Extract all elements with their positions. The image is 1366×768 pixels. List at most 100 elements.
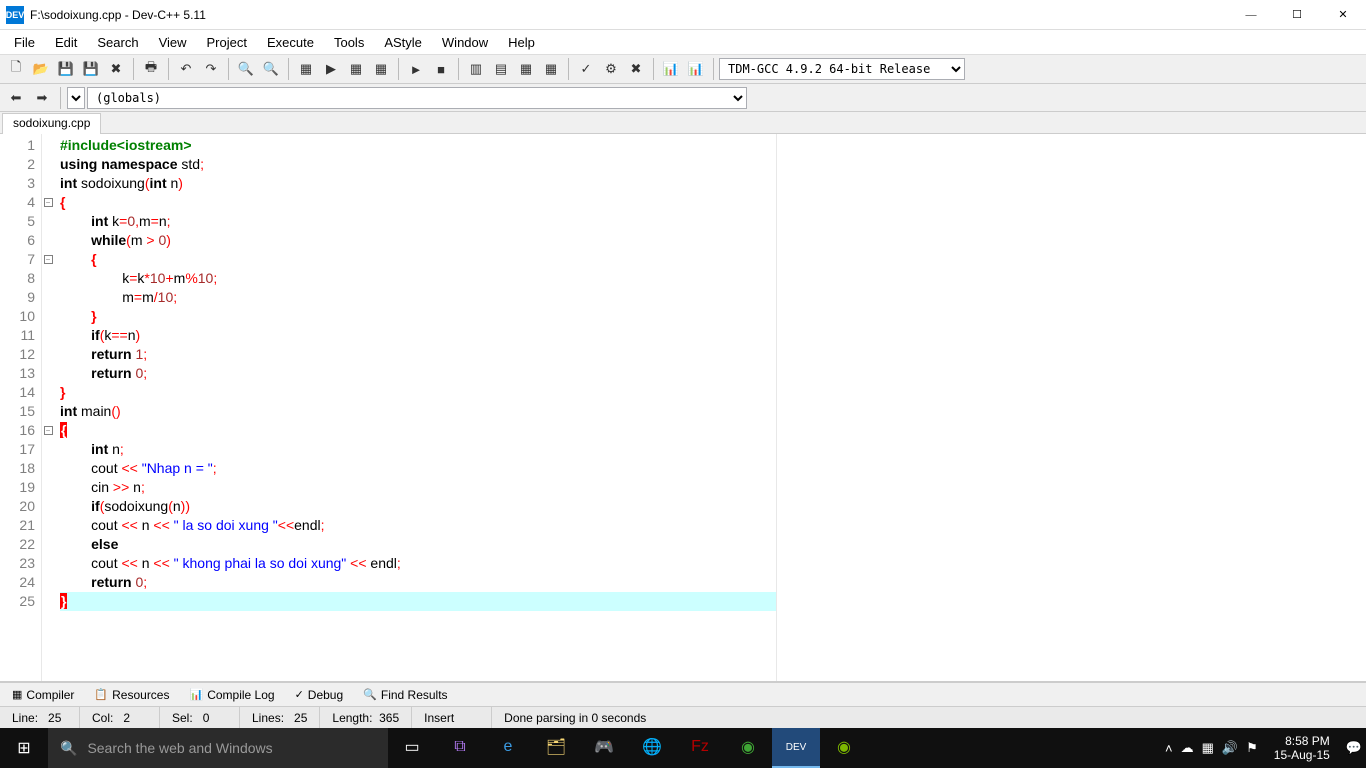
tray-network-icon[interactable]: ▦: [1202, 740, 1214, 756]
app-vs-icon[interactable]: ⧉: [436, 728, 484, 768]
code-line[interactable]: m=m/10;: [60, 288, 776, 307]
close-file-button[interactable]: ✖: [104, 57, 128, 81]
code-line[interactable]: cin >> n;: [60, 478, 776, 497]
replace-button[interactable]: 🔍: [259, 57, 283, 81]
code-line[interactable]: cout << n << " la so doi xung "<<endl;: [60, 516, 776, 535]
fold-toggle[interactable]: −: [44, 426, 53, 435]
code-line[interactable]: int main(): [60, 402, 776, 421]
save-all-button[interactable]: 💾: [79, 57, 103, 81]
editor-tab[interactable]: sodoixung.cpp: [2, 113, 101, 134]
code-line[interactable]: cout << "Nhap n = ";: [60, 459, 776, 478]
code-line[interactable]: {: [60, 193, 776, 212]
taskbar-search[interactable]: 🔍 Search the web and Windows: [48, 728, 388, 768]
insert-button[interactable]: ▤: [489, 57, 513, 81]
code-line[interactable]: int sodoixung(int n): [60, 174, 776, 193]
menu-astyle[interactable]: AStyle: [374, 32, 432, 53]
tray-notifications-icon[interactable]: 💬: [1346, 740, 1362, 756]
toggle-button[interactable]: ▦: [514, 57, 538, 81]
stop-button[interactable]: ■: [429, 57, 453, 81]
app-pes-icon[interactable]: 🎮: [580, 728, 628, 768]
code-line[interactable]: }: [60, 592, 776, 611]
taskview-icon[interactable]: ▭: [388, 728, 436, 768]
tray-chevron-icon[interactable]: ˄: [1165, 741, 1173, 756]
redo-button[interactable]: ↷: [199, 57, 223, 81]
tray-onedrive-icon[interactable]: ☁: [1181, 740, 1194, 756]
debug-button[interactable]: ►: [404, 57, 428, 81]
output-tab-debug[interactable]: ✓Debug: [287, 686, 352, 704]
tray-flag-icon[interactable]: ⚑: [1246, 740, 1258, 756]
output-tab-compile-log[interactable]: 📊Compile Log: [181, 686, 282, 704]
tray-clock[interactable]: 8:58 PM 15-Aug-15: [1266, 734, 1338, 762]
delete-button[interactable]: ✖: [624, 57, 648, 81]
app-devcpp-icon[interactable]: DEV: [772, 728, 820, 768]
app-explorer-icon[interactable]: 🗂: [532, 728, 580, 768]
compiler-select[interactable]: TDM-GCC 4.9.2 64-bit Release: [719, 58, 965, 80]
menu-tools[interactable]: Tools: [324, 32, 374, 53]
code-line[interactable]: if(k==n): [60, 326, 776, 345]
output-tab-find-results[interactable]: 🔍Find Results: [355, 686, 455, 704]
menu-window[interactable]: Window: [432, 32, 498, 53]
code-line[interactable]: else: [60, 535, 776, 554]
code-line[interactable]: }: [60, 383, 776, 402]
code-line[interactable]: int n;: [60, 440, 776, 459]
output-tab-resources[interactable]: 📋Resources: [86, 686, 177, 704]
profile-button[interactable]: 📊: [659, 57, 683, 81]
profile2-button[interactable]: 📊: [684, 57, 708, 81]
code-line[interactable]: return 0;: [60, 573, 776, 592]
print-button[interactable]: 🖶: [139, 57, 163, 81]
code-line[interactable]: cout << n << " khong phai la so doi xung…: [60, 554, 776, 573]
options-button[interactable]: ⚙: [599, 57, 623, 81]
save-button[interactable]: 💾: [54, 57, 78, 81]
compile-run-button[interactable]: ▦: [344, 57, 368, 81]
code-line[interactable]: return 1;: [60, 345, 776, 364]
globals-select[interactable]: (globals): [87, 87, 747, 109]
fold-toggle[interactable]: −: [44, 198, 53, 207]
tray-volume-icon[interactable]: 🔊: [1222, 740, 1238, 756]
code-line[interactable]: {: [60, 421, 776, 440]
menu-edit[interactable]: Edit: [45, 32, 87, 53]
app-torrent-icon[interactable]: ◉: [724, 728, 772, 768]
menu-file[interactable]: File: [4, 32, 45, 53]
menu-execute[interactable]: Execute: [257, 32, 324, 53]
goto-button[interactable]: ✓: [574, 57, 598, 81]
new-file-button[interactable]: 🗋: [4, 57, 28, 81]
class-select[interactable]: [67, 87, 85, 109]
app-utorrent-icon[interactable]: ◉: [820, 728, 868, 768]
close-button[interactable]: ✕: [1320, 0, 1366, 30]
menu-search[interactable]: Search: [87, 32, 148, 53]
code-line[interactable]: k=k*10+m%10;: [60, 269, 776, 288]
status-sel: Sel: 0: [160, 707, 240, 728]
app-filezilla-icon[interactable]: Fz: [676, 728, 724, 768]
nav-back-button[interactable]: ⬅: [4, 86, 28, 110]
run-button[interactable]: ▶: [319, 57, 343, 81]
code-line[interactable]: using namespace std;: [60, 155, 776, 174]
undo-button[interactable]: ↶: [174, 57, 198, 81]
find-button[interactable]: 🔍: [234, 57, 258, 81]
code-line[interactable]: while(m > 0): [60, 231, 776, 250]
new-class-button[interactable]: ▥: [464, 57, 488, 81]
fold-toggle[interactable]: −: [44, 255, 53, 264]
code-line[interactable]: if(sodoixung(n)): [60, 497, 776, 516]
code-line[interactable]: {: [60, 250, 776, 269]
bookmark-button[interactable]: ▦: [539, 57, 563, 81]
code-line[interactable]: #include<iostream>: [60, 136, 776, 155]
menu-view[interactable]: View: [149, 32, 197, 53]
code-area[interactable]: #include<iostream>using namespace std;in…: [54, 134, 776, 681]
maximize-button[interactable]: ☐: [1274, 0, 1320, 30]
nav-forward-button[interactable]: ➡: [30, 86, 54, 110]
app-edge-icon[interactable]: e: [484, 728, 532, 768]
output-tab-compiler[interactable]: ▦Compiler: [4, 686, 82, 704]
fold-gutter[interactable]: − − −: [42, 134, 54, 681]
app-chrome-icon[interactable]: 🌐: [628, 728, 676, 768]
code-line[interactable]: return 0;: [60, 364, 776, 383]
compile-button[interactable]: ▦: [294, 57, 318, 81]
start-button[interactable]: ⊞: [0, 728, 48, 768]
menu-help[interactable]: Help: [498, 32, 545, 53]
code-line[interactable]: int k=0,m=n;: [60, 212, 776, 231]
code-line[interactable]: }: [60, 307, 776, 326]
code-editor[interactable]: 1234567891011121314151617181920212223242…: [0, 134, 1366, 682]
menu-project[interactable]: Project: [197, 32, 257, 53]
open-file-button[interactable]: 📂: [29, 57, 53, 81]
minimize-button[interactable]: —: [1228, 0, 1274, 30]
rebuild-button[interactable]: ▦: [369, 57, 393, 81]
